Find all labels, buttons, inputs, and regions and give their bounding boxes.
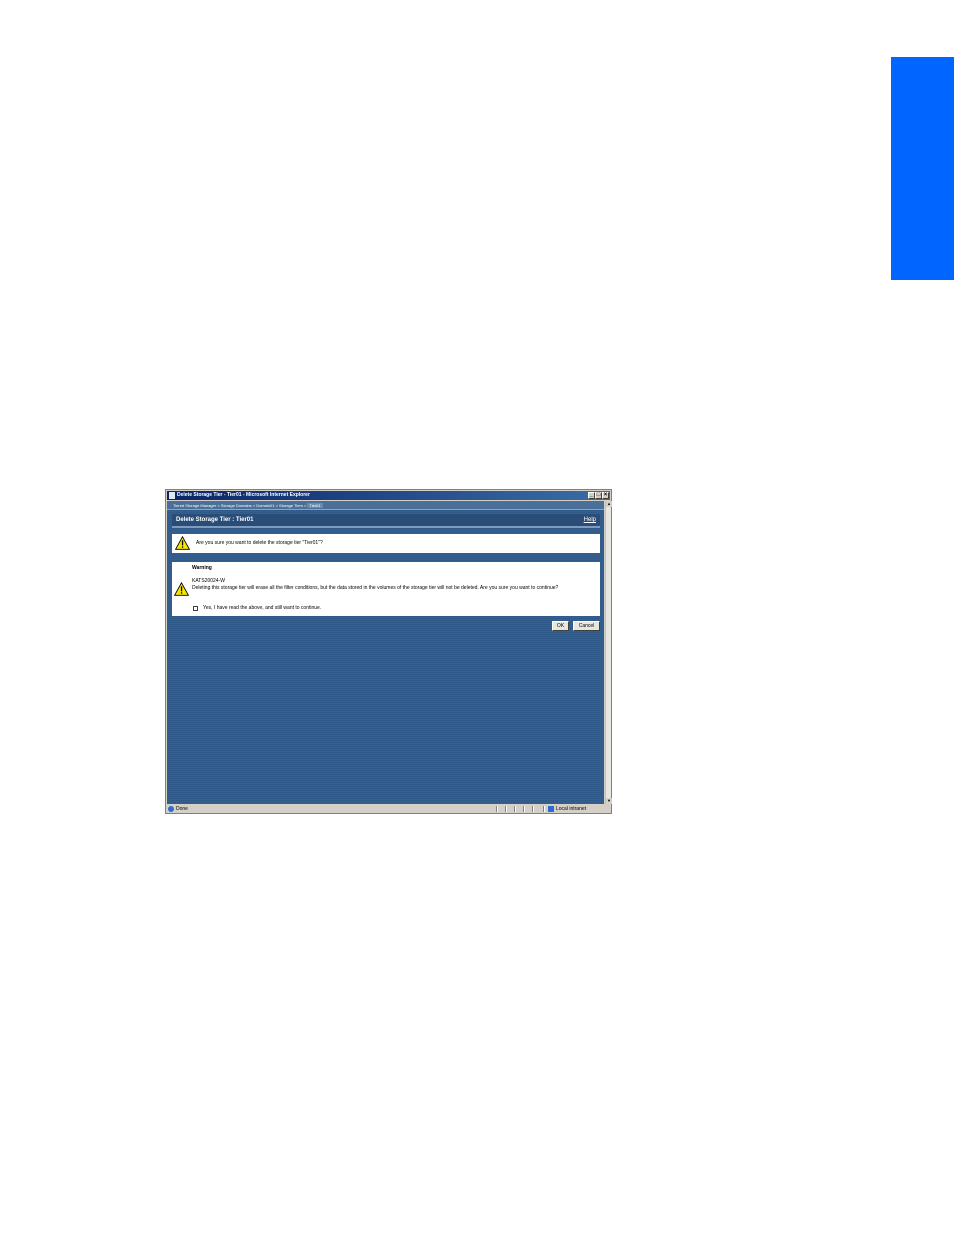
breadcrumb-item-storage-tiers[interactable]: Storage Tiers [279,503,303,508]
ok-button[interactable]: OK [552,621,569,631]
vertical-scrollbar[interactable]: ▲ ▼ [605,501,612,804]
status-divider [514,806,516,812]
status-divider [523,806,525,812]
breadcrumb: Tiered Storage Manager > Storage Domains… [167,501,604,510]
confirm-panel: Are you sure you want to delete the stor… [172,534,600,553]
warning-triangle-icon [175,536,190,550]
side-tab-marker [891,57,954,280]
warning-code: KATS20024-W [192,578,225,584]
status-divider [505,806,507,812]
status-bar: Done Local intranet [167,805,610,813]
security-zone: Local intranet [556,806,587,812]
confirm-checkbox[interactable] [193,606,198,611]
page-header: Delete Storage Tier : Tier01 Help [172,514,600,528]
cancel-button[interactable]: Cancel [573,621,600,631]
window-titlebar[interactable]: Delete Storage Tier - Tier01 - Microsoft… [167,491,610,500]
warning-message: Deleting this storage tier will erase al… [192,585,559,591]
page-status-icon [168,806,174,812]
page-title: Delete Storage Tier : Tier01 [176,517,254,523]
scroll-down-arrow-icon[interactable]: ▼ [606,798,612,804]
scroll-up-arrow-icon[interactable]: ▲ [606,501,612,507]
status-divider [496,806,498,812]
confirm-message: Are you sure you want to delete the stor… [196,540,323,546]
maximize-button[interactable]: □ [595,492,602,499]
breadcrumb-item-tsm[interactable]: Tiered Storage Manager [173,503,216,508]
warning-panel: Warning KATS20024-W Deleting this storag… [172,562,600,616]
help-link[interactable]: Help [584,514,596,526]
minimize-button[interactable]: _ [588,492,595,499]
warning-triangle-icon [174,582,189,596]
status-text: Done [176,806,188,812]
breadcrumb-item-domain01[interactable]: Domain01 [256,503,274,508]
page-content: Tiered Storage Manager > Storage Domains… [167,501,604,804]
ie-app-icon [169,492,175,499]
status-divider [532,806,534,812]
window-title: Delete Storage Tier - Tier01 - Microsoft… [177,492,310,498]
close-button[interactable]: × [602,492,609,499]
warning-title: Warning [192,565,212,571]
intranet-zone-icon [548,806,554,812]
confirm-checkbox-label[interactable]: Yes, I have read the above, and still wa… [203,605,321,611]
breadcrumb-item-storage-domains[interactable]: Storage Domains [221,503,252,508]
browser-window: Delete Storage Tier - Tier01 - Microsoft… [165,489,612,814]
status-divider [543,806,545,812]
breadcrumb-current: Tier01 [307,503,323,508]
